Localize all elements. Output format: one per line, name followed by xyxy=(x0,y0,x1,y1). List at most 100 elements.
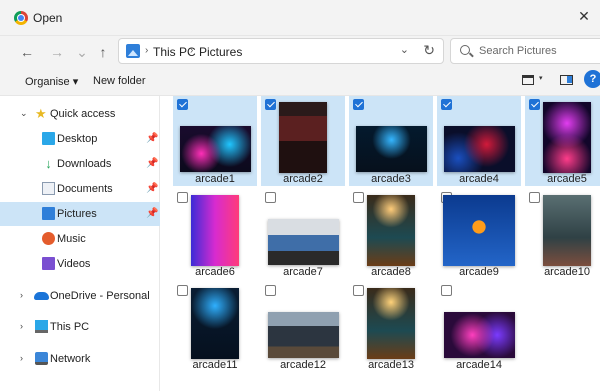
image-thumbnail xyxy=(279,102,327,173)
sidebar-item-pictures[interactable]: Pictures 📌 xyxy=(0,202,160,226)
file-tile[interactable]: arcade1 xyxy=(173,96,257,186)
image-thumbnail xyxy=(268,219,339,265)
expand-right-icon[interactable]: › xyxy=(20,290,23,300)
file-tile[interactable]: arcade9 xyxy=(437,189,521,279)
pin-icon: 📌 xyxy=(146,208,159,219)
sidebar-item-label: OneDrive - Personal xyxy=(50,290,150,302)
pin-icon: 📌 xyxy=(146,133,159,144)
recent-locations-chevron-icon[interactable]: ⌄ xyxy=(71,41,93,63)
refresh-icon[interactable]: ↻ xyxy=(423,42,435,59)
pin-icon: 📌 xyxy=(146,183,159,194)
checkbox[interactable] xyxy=(177,192,188,203)
help-icon[interactable]: ? xyxy=(584,70,600,88)
expand-right-icon[interactable]: › xyxy=(20,321,23,331)
file-tile[interactable]: arcade8 xyxy=(349,189,433,279)
file-name: arcade9 xyxy=(459,266,499,278)
sidebar-item-label: This PC xyxy=(50,321,90,333)
file-tile[interactable]: arcade12 xyxy=(261,282,345,372)
sidebar-item-label: Quick access xyxy=(50,108,116,120)
image-thumbnail xyxy=(444,312,515,358)
star-icon: ★ xyxy=(35,106,47,121)
file-tile[interactable]: arcade10 xyxy=(525,189,600,279)
file-tile[interactable]: arcade5 xyxy=(525,96,600,186)
checkbox-checked-icon[interactable] xyxy=(265,99,276,110)
file-name: arcade10 xyxy=(544,266,590,278)
forward-button[interactable]: → xyxy=(46,41,68,63)
checkbox-checked-icon[interactable] xyxy=(529,99,540,110)
checkbox[interactable] xyxy=(177,285,188,296)
checkbox[interactable] xyxy=(353,192,364,203)
file-name: arcade4 xyxy=(459,173,499,185)
file-tile[interactable]: arcade3 xyxy=(349,96,433,186)
file-tile[interactable]: arcade13 xyxy=(349,282,433,372)
checkbox-checked-icon[interactable] xyxy=(177,99,188,110)
organise-button[interactable]: Organise ▾ xyxy=(25,75,78,88)
title-bar: Open ✕ xyxy=(0,0,600,36)
image-thumbnail xyxy=(367,288,415,359)
preview-pane-icon[interactable] xyxy=(560,75,573,85)
file-tile[interactable]: arcade14 xyxy=(437,282,521,372)
pictures-icon xyxy=(126,44,140,58)
checkbox-checked-icon[interactable] xyxy=(353,99,364,110)
chevron-right-icon: › xyxy=(190,45,194,56)
navigation-pane: ⌄ ★ Quick access Desktop 📌 ↓ Downloads 📌… xyxy=(0,96,160,391)
file-tile[interactable]: arcade4 xyxy=(437,96,521,186)
sidebar-item-network[interactable]: › Network xyxy=(0,347,160,371)
view-icon[interactable] xyxy=(522,75,534,85)
music-icon xyxy=(42,232,55,245)
image-thumbnail xyxy=(443,195,515,266)
file-grid: arcade1 arcade2 arcade3 arcade4 arcade5 … xyxy=(161,96,600,391)
close-button[interactable]: ✕ xyxy=(574,6,594,26)
checkbox-checked-icon[interactable] xyxy=(441,99,452,110)
this-pc-icon xyxy=(35,320,48,333)
sidebar-item-downloads[interactable]: ↓ Downloads 📌 xyxy=(0,152,160,176)
image-thumbnail xyxy=(367,195,415,266)
address-dropdown-icon[interactable]: ⌄ xyxy=(400,43,409,56)
network-icon xyxy=(35,352,48,365)
pin-icon: 📌 xyxy=(146,158,159,169)
checkbox[interactable] xyxy=(265,192,276,203)
new-folder-button[interactable]: New folder xyxy=(93,75,146,87)
back-button[interactable]: ← xyxy=(16,41,38,63)
sidebar-item-onedrive[interactable]: › OneDrive - Personal xyxy=(0,284,160,308)
command-bar: Organise ▾ New folder ▾ ? xyxy=(0,66,600,96)
file-name: arcade14 xyxy=(456,359,502,371)
sidebar-item-desktop[interactable]: Desktop 📌 xyxy=(0,127,160,151)
sidebar-item-music[interactable]: Music xyxy=(0,227,160,251)
image-thumbnail xyxy=(543,195,591,266)
image-thumbnail xyxy=(268,312,339,358)
file-tile[interactable]: arcade7 xyxy=(261,189,345,279)
expand-down-icon[interactable]: ⌄ xyxy=(20,108,28,119)
file-name: arcade1 xyxy=(195,173,235,185)
file-tile[interactable]: arcade11 xyxy=(173,282,257,372)
image-thumbnail xyxy=(191,195,239,266)
sidebar-item-documents[interactable]: Documents 📌 xyxy=(0,177,160,201)
sidebar-item-videos[interactable]: Videos xyxy=(0,252,160,276)
file-tile[interactable]: arcade2 xyxy=(261,96,345,186)
sidebar-item-quick-access[interactable]: ⌄ ★ Quick access xyxy=(0,102,160,126)
desktop-icon xyxy=(42,132,55,145)
pictures-icon xyxy=(42,207,55,220)
documents-icon xyxy=(42,182,55,195)
expand-right-icon[interactable]: › xyxy=(20,353,23,363)
view-dropdown-icon[interactable]: ▾ xyxy=(539,74,543,82)
downloads-icon: ↓ xyxy=(45,156,52,171)
file-name: arcade2 xyxy=(283,173,323,185)
search-input[interactable] xyxy=(479,43,599,59)
address-bar[interactable]: › This PC › Pictures ⌄ ↻ xyxy=(118,38,444,64)
search-box[interactable] xyxy=(450,38,600,64)
checkbox[interactable] xyxy=(441,285,452,296)
checkbox[interactable] xyxy=(353,285,364,296)
checkbox[interactable] xyxy=(529,192,540,203)
videos-icon xyxy=(42,257,55,270)
breadcrumb-pictures[interactable]: Pictures xyxy=(199,45,242,59)
up-button[interactable]: ↑ xyxy=(92,41,114,63)
sidebar-item-this-pc[interactable]: › This PC xyxy=(0,315,160,339)
sidebar-item-label: Pictures xyxy=(57,208,97,220)
image-thumbnail xyxy=(543,102,591,173)
file-name: arcade7 xyxy=(283,266,323,278)
sidebar-item-label: Music xyxy=(57,233,86,245)
file-name: arcade11 xyxy=(192,359,238,371)
file-tile[interactable]: arcade6 xyxy=(173,189,257,279)
checkbox[interactable] xyxy=(265,285,276,296)
